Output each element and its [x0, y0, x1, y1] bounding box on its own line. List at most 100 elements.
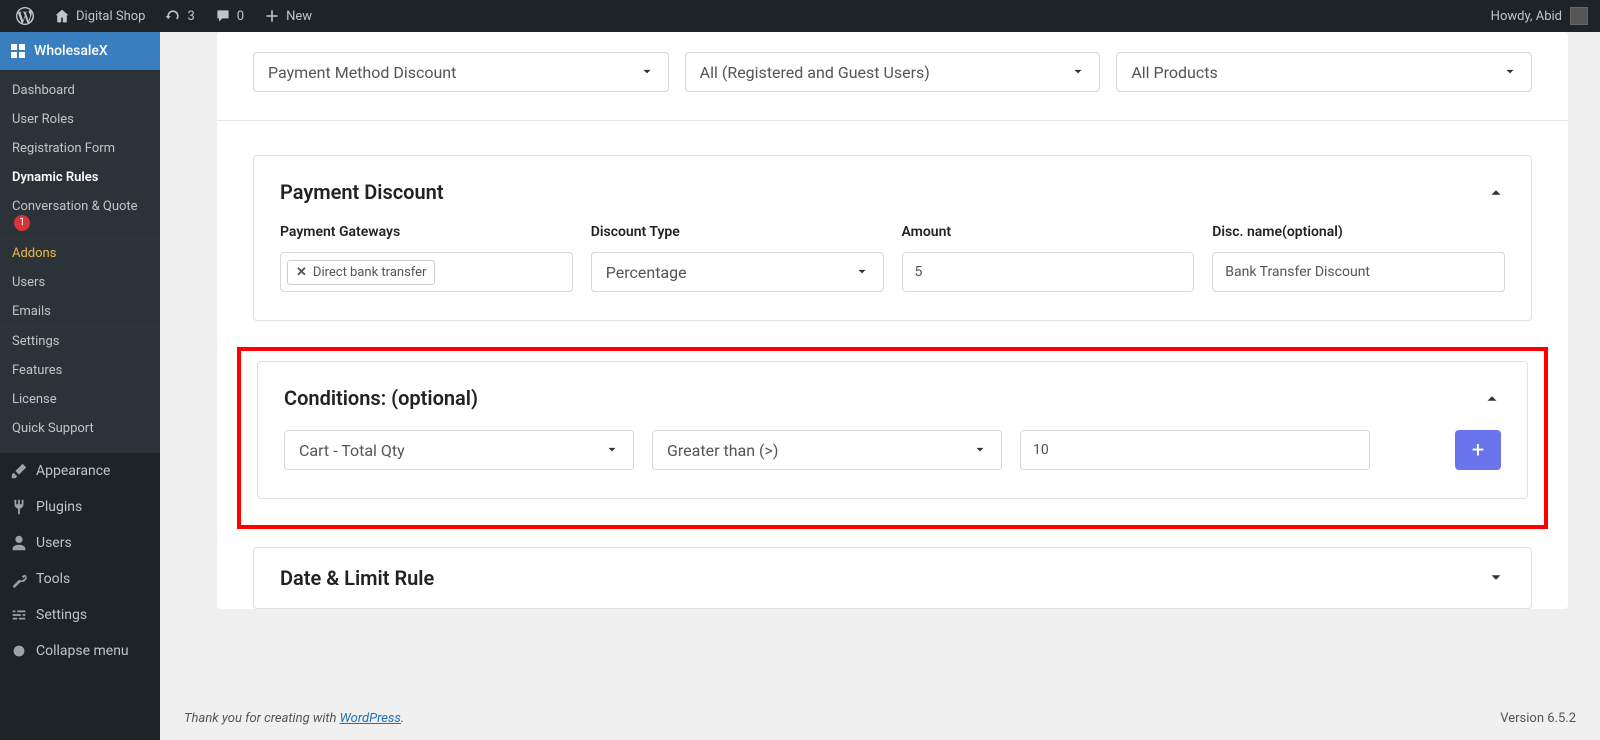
- admin-footer: Thank you for creating with WordPress. V…: [160, 697, 1600, 740]
- product-scope-value: All Products: [1131, 63, 1217, 82]
- sidebar-item-registration-form[interactable]: Registration Form: [0, 134, 160, 163]
- disc-name-field: Disc. name(optional): [1212, 224, 1505, 292]
- expand-toggle[interactable]: [1487, 569, 1505, 587]
- menu-label: Users: [36, 535, 72, 551]
- wordpress-icon: [16, 7, 34, 25]
- brush-icon: [10, 462, 28, 480]
- amount-input[interactable]: [915, 264, 1182, 280]
- avatar: [1570, 7, 1588, 25]
- panel-title-text: Date & Limit Rule: [280, 566, 434, 590]
- menu-item-collapse-menu[interactable]: Collapse menu: [0, 633, 160, 669]
- discount-type-select[interactable]: Percentage: [591, 252, 884, 292]
- notification-badge: 1: [14, 215, 30, 231]
- menu-item-appearance[interactable]: Appearance: [0, 453, 160, 489]
- sidebar-item-quick-support[interactable]: Quick Support: [0, 414, 160, 443]
- chevron-down-icon: [1071, 65, 1085, 79]
- sidebar-item-license[interactable]: License: [0, 385, 160, 414]
- product-scope-select[interactable]: All Products: [1116, 52, 1532, 92]
- site-name: Digital Shop: [76, 9, 145, 24]
- condition-field-value: Cart - Total Qty: [299, 441, 405, 460]
- wp-logo[interactable]: [8, 0, 42, 32]
- sliders-icon: [10, 606, 28, 624]
- field-label: Amount: [902, 224, 1195, 240]
- condition-value-input-wrap[interactable]: [1020, 430, 1370, 470]
- plugin-submenu: DashboardUser RolesRegistration FormDyna…: [0, 70, 160, 453]
- sidebar-item-user-roles[interactable]: User Roles: [0, 105, 160, 134]
- sidebar-item-dashboard[interactable]: Dashboard: [0, 76, 160, 105]
- field-label: Payment Gateways: [280, 224, 573, 240]
- comments-link[interactable]: 0: [207, 0, 252, 32]
- product-scope-field: All Products: [1116, 52, 1532, 92]
- rule-type-select[interactable]: Payment Method Discount: [253, 52, 669, 92]
- new-content[interactable]: New: [256, 0, 320, 32]
- wp-version: Version 6.5.2: [1500, 711, 1576, 726]
- sidebar-item-users[interactable]: Users: [0, 268, 160, 297]
- rule-card: Payment Method Discount All (Registered …: [217, 32, 1568, 609]
- plugin-name: WholesaleX: [34, 43, 108, 59]
- sidebar-item-dynamic-rules[interactable]: Dynamic Rules: [0, 163, 160, 192]
- sidebar-item-addons[interactable]: Addons: [0, 239, 160, 268]
- discount-type-field: Discount Type Percentage: [591, 224, 884, 292]
- chevron-down-icon: [640, 65, 654, 79]
- panel-title-text: Payment Discount: [280, 180, 444, 204]
- disc-name-input[interactable]: [1225, 264, 1492, 280]
- menu-item-users[interactable]: Users: [0, 525, 160, 561]
- sidebar-item-features[interactable]: Features: [0, 356, 160, 385]
- payment-gateways-field: Payment Gateways ✕ Direct bank transfer: [280, 224, 573, 292]
- rule-type-value: Payment Method Discount: [268, 63, 456, 82]
- updates-link[interactable]: 3: [157, 0, 202, 32]
- user-scope-value: All (Registered and Guest Users): [700, 63, 930, 82]
- footer-thanks-pre: Thank you for creating with: [184, 711, 340, 726]
- rule-top-selects: Payment Method Discount All (Registered …: [217, 52, 1568, 121]
- adminbar-account[interactable]: Howdy, Abid: [1491, 7, 1592, 25]
- updates-count: 3: [187, 9, 194, 24]
- site-link[interactable]: Digital Shop: [46, 0, 153, 32]
- sidebar-item-emails[interactable]: Emails: [0, 297, 160, 326]
- footer-thanks-post: .: [401, 711, 404, 726]
- collapse-toggle[interactable]: [1487, 183, 1505, 201]
- plugin-menu-header[interactable]: WholesaleX: [0, 32, 160, 70]
- wordpress-link[interactable]: WordPress: [340, 711, 401, 726]
- rule-type-field: Payment Method Discount: [253, 52, 669, 92]
- close-icon[interactable]: ✕: [296, 265, 307, 280]
- menu-item-plugins[interactable]: Plugins: [0, 489, 160, 525]
- menu-label: Settings: [36, 607, 87, 623]
- amount-input-wrap[interactable]: [902, 252, 1195, 292]
- conditions-highlight: Conditions: (optional) Cart - Total Qty …: [237, 347, 1548, 529]
- plug-icon: [10, 498, 28, 516]
- payment-gateways-input[interactable]: ✕ Direct bank transfer: [280, 252, 573, 292]
- add-condition-button[interactable]: +: [1455, 430, 1501, 470]
- condition-operator-select[interactable]: Greater than (>): [652, 430, 1002, 470]
- user-scope-select[interactable]: All (Registered and Guest Users): [685, 52, 1101, 92]
- menu-label: Collapse menu: [36, 643, 129, 659]
- payment-discount-panel: Payment Discount Payment Gateways ✕ Dire…: [253, 155, 1532, 321]
- menu-label: Tools: [36, 571, 70, 587]
- plus-icon: [264, 8, 280, 24]
- adminbar-left: Digital Shop 3 0 New: [8, 0, 320, 32]
- chevron-down-icon: [855, 265, 869, 279]
- collapse-toggle[interactable]: [1483, 389, 1501, 407]
- menu-label: Plugins: [36, 499, 82, 515]
- conditions-panel: Conditions: (optional) Cart - Total Qty …: [257, 361, 1528, 499]
- collapse-icon: [10, 642, 28, 660]
- panel-title-text: Conditions: (optional): [284, 386, 478, 410]
- admin-sidebar: WholesaleX DashboardUser RolesRegistrati…: [0, 32, 160, 740]
- comments-count: 0: [237, 9, 244, 24]
- admin-bar: Digital Shop 3 0 New Howdy, Abid: [0, 0, 1600, 32]
- howdy-text: Howdy, Abid: [1491, 9, 1562, 24]
- plus-icon: +: [1472, 438, 1484, 463]
- gateway-chip[interactable]: ✕ Direct bank transfer: [287, 260, 435, 285]
- field-label: Discount Type: [591, 224, 884, 240]
- discount-type-value: Percentage: [606, 263, 687, 282]
- condition-value-input[interactable]: [1033, 442, 1357, 458]
- menu-item-settings[interactable]: Settings: [0, 597, 160, 633]
- amount-field: Amount: [902, 224, 1195, 292]
- new-label: New: [286, 9, 312, 24]
- refresh-icon: [165, 8, 181, 24]
- disc-name-input-wrap[interactable]: [1212, 252, 1505, 292]
- sidebar-item-conversation-quote[interactable]: Conversation & Quote1: [0, 192, 160, 238]
- menu-item-tools[interactable]: Tools: [0, 561, 160, 597]
- wp-main-menu: Appearance Plugins Users Tools Settings Colla…: [0, 453, 160, 669]
- sidebar-item-settings[interactable]: Settings: [0, 327, 160, 356]
- condition-field-select[interactable]: Cart - Total Qty: [284, 430, 634, 470]
